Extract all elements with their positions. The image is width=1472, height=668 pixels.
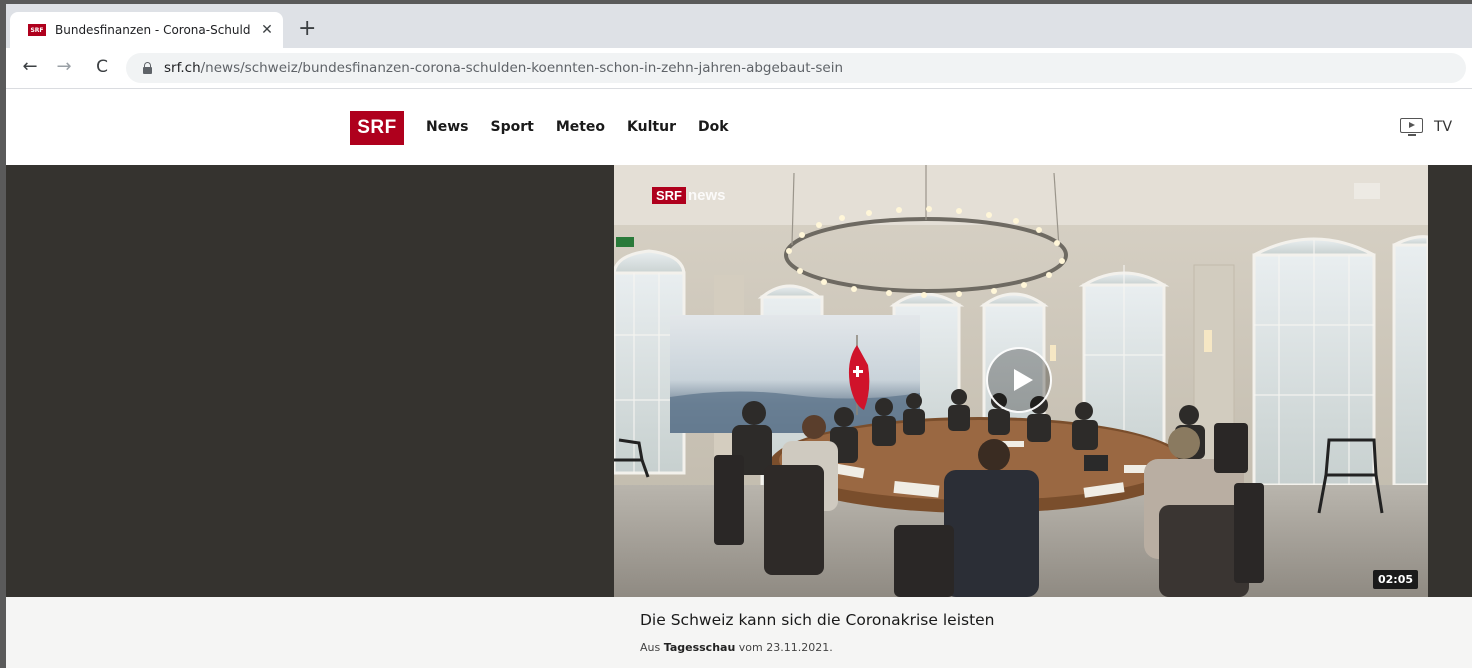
address-bar[interactable]: srf.ch/news/schweiz/bundesfinanzen-coron…	[126, 53, 1466, 83]
nav-sport[interactable]: Sport	[490, 119, 533, 135]
browser-tab[interactable]: SRF Bundesfinanzen - Corona-Schuld ✕	[10, 12, 283, 48]
url-text[interactable]: srf.ch/news/schweiz/bundesfinanzen-coron…	[164, 60, 843, 76]
badge-brand: SRF	[652, 187, 686, 204]
play-button[interactable]	[986, 347, 1052, 413]
video-meta: Aus Tagesschau vom 23.11.2021.	[640, 641, 995, 654]
srf-news-badge: SRF news	[652, 187, 726, 204]
tab-strip: SRF Bundesfinanzen - Corona-Schuld ✕ +	[6, 4, 1472, 48]
meta-date: vom 23.11.2021.	[738, 641, 833, 654]
browser-toolbar: ← → C srf.ch/news/schweiz/bundesfinanzen…	[6, 48, 1472, 89]
play-icon	[1014, 369, 1033, 391]
badge-news: news	[688, 187, 726, 204]
srf-favicon-icon: SRF	[28, 24, 46, 36]
nav-meteo[interactable]: Meteo	[556, 119, 605, 135]
url-path: /news/schweiz/bundesfinanzen-corona-schu…	[200, 60, 844, 76]
web-page: SRF News Sport Meteo Kultur Dok TV SRF n…	[6, 89, 1472, 668]
close-icon[interactable]: ✕	[259, 22, 275, 38]
tv-link[interactable]: TV	[1400, 118, 1452, 136]
tv-icon	[1400, 118, 1424, 136]
video-player[interactable]: SRF news 02:05	[614, 165, 1428, 597]
srf-logo[interactable]: SRF	[350, 111, 404, 145]
tv-label: TV	[1434, 119, 1453, 135]
video-title: Die Schweiz kann sich die Coronakrise le…	[640, 611, 995, 629]
video-caption: Die Schweiz kann sich die Coronakrise le…	[640, 611, 995, 654]
video-stage: SRF news 02:05	[6, 165, 1472, 597]
site-header: SRF News Sport Meteo Kultur Dok TV	[6, 89, 1472, 165]
main-nav: News Sport Meteo Kultur Dok	[426, 119, 729, 135]
lock-icon	[143, 62, 152, 74]
reload-icon[interactable]: C	[90, 56, 114, 78]
back-arrow-icon[interactable]: ←	[18, 56, 42, 78]
nav-dok[interactable]: Dok	[698, 119, 729, 135]
video-duration: 02:05	[1372, 570, 1418, 589]
meta-prefix: Aus	[640, 641, 661, 654]
browser-window: SRF Bundesfinanzen - Corona-Schuld ✕ + ←…	[6, 4, 1472, 668]
tab-title: Bundesfinanzen - Corona-Schuld	[55, 23, 251, 37]
meta-show-link[interactable]: Tagesschau	[664, 641, 736, 654]
nav-kultur[interactable]: Kultur	[627, 119, 676, 135]
url-host: srf.ch	[164, 60, 201, 76]
new-tab-button[interactable]: +	[298, 18, 316, 40]
nav-news[interactable]: News	[426, 119, 468, 135]
forward-arrow-icon[interactable]: →	[52, 56, 76, 78]
